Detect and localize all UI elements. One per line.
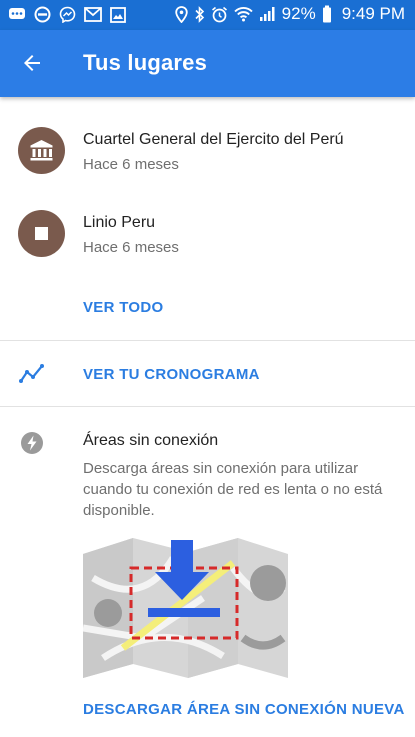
bank-icon (30, 140, 53, 161)
bolt-icon (21, 432, 43, 454)
place-avatar (18, 210, 65, 257)
status-bar: 92% 9:49 PM (0, 0, 415, 30)
chat-icon (9, 7, 25, 19)
place-item[interactable]: Linio Peru Hace 6 meses (0, 198, 415, 270)
battery-icon (322, 5, 331, 23)
see-all-link[interactable]: VER TODO (83, 299, 163, 316)
stop-icon (35, 227, 48, 240)
offline-map-illustration (83, 538, 288, 678)
clock: 9:49 PM (341, 4, 405, 23)
bluetooth-icon (195, 5, 204, 23)
divider (0, 406, 415, 407)
alarm-icon (211, 6, 227, 22)
gmail-icon (84, 7, 102, 22)
notification-icons (8, 6, 126, 23)
system-status: 92% 9:49 PM (174, 4, 405, 24)
do-not-disturb-icon (34, 6, 51, 23)
image-icon (110, 6, 126, 23)
place-time: Hace 6 meses (83, 239, 179, 256)
place-time: Hace 6 meses (83, 156, 179, 173)
wifi-icon (233, 7, 253, 22)
place-name: Linio Peru (83, 214, 156, 231)
location-icon (174, 5, 188, 23)
app-bar: Tus lugares (0, 30, 415, 97)
arrow-back-icon[interactable] (20, 51, 44, 75)
messenger-icon (59, 6, 76, 23)
divider (0, 340, 415, 341)
timeline-icon (19, 364, 44, 383)
download-offline-link[interactable]: DESCARGAR ÁREA SIN CONEXIÓN NUEVA (83, 701, 405, 718)
battery-percent: 92% (281, 4, 316, 23)
offline-title: Áreas sin conexión (83, 432, 219, 449)
timeline-link[interactable]: VER TU CRONOGRAMA (83, 366, 260, 383)
signal-icon (259, 7, 275, 21)
place-name: Cuartel General del Ejercito del Perú (83, 131, 344, 148)
offline-description: Descarga áreas sin conexión para utiliza… (83, 460, 383, 519)
page-title: Tus lugares (83, 50, 208, 75)
place-item[interactable]: Cuartel General del Ejercito del Perú Ha… (0, 115, 415, 187)
place-avatar (18, 127, 65, 174)
